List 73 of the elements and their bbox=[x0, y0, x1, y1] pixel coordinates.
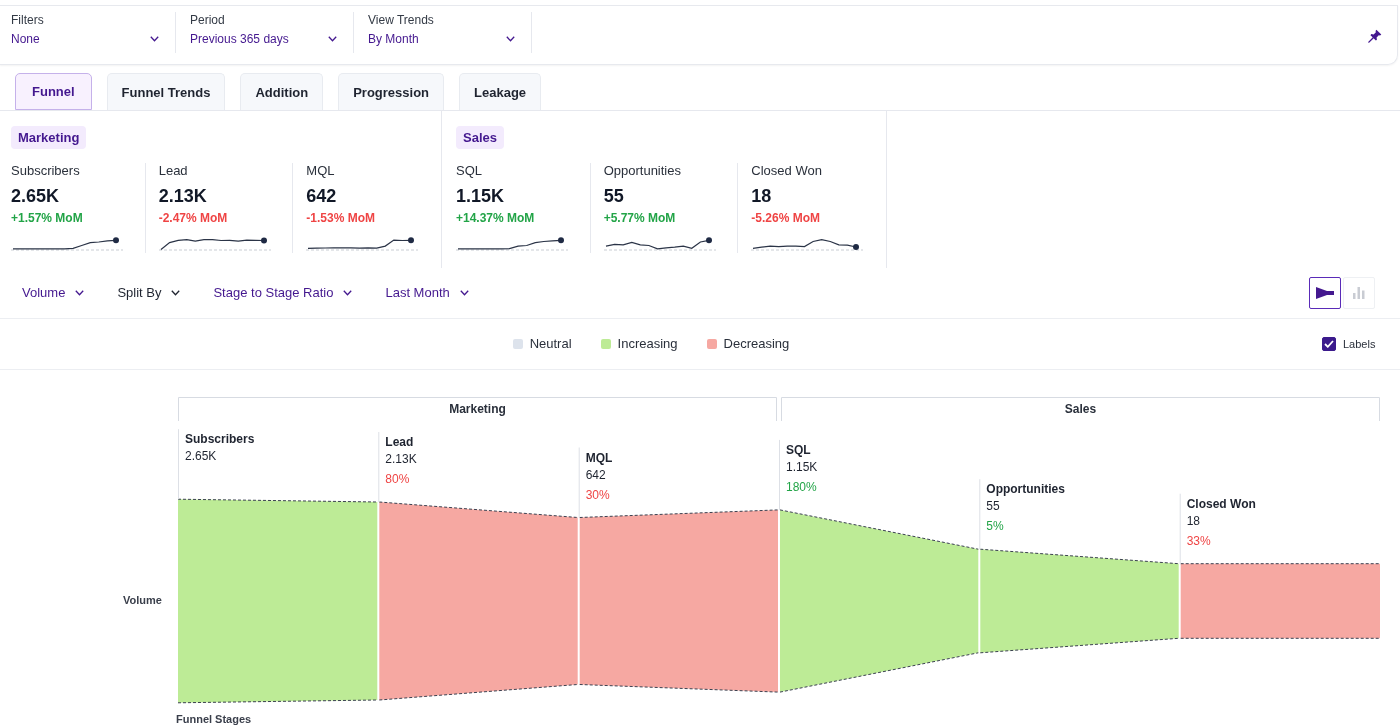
kpi-value: 18 bbox=[751, 185, 772, 207]
stage-name: Opportunities bbox=[986, 482, 1065, 497]
checkbox-label: Labels bbox=[1343, 337, 1376, 351]
dropdown-button[interactable]: Last Month bbox=[385, 285, 469, 301]
checkmark-icon bbox=[1324, 340, 1334, 348]
filter-label: View Trends bbox=[368, 12, 434, 28]
tab[interactable]: Progression bbox=[338, 73, 445, 110]
group-badge: Sales bbox=[456, 126, 504, 149]
group-label: Marketing bbox=[449, 402, 506, 416]
checkbox[interactable] bbox=[1322, 337, 1336, 351]
chevron-down-icon bbox=[171, 290, 181, 296]
kpi-change: -2.47% MoM bbox=[158, 210, 228, 226]
stage-name: Lead bbox=[385, 435, 414, 449]
dropdown-button[interactable]: Split By bbox=[117, 285, 181, 301]
kpi-change: +5.77% MoM bbox=[603, 210, 676, 226]
kpi-label: SQL bbox=[456, 163, 482, 179]
kpi-label: Opportunities bbox=[603, 163, 681, 179]
kpi-value: 2.13K bbox=[158, 185, 207, 207]
filter-label: Filters bbox=[11, 12, 44, 28]
kpi-change: +1.57% MoM bbox=[11, 210, 83, 226]
stage-name: Subscribers bbox=[185, 432, 255, 447]
kpi-change: +14.37% MoM bbox=[456, 210, 535, 226]
stage-name: SQL bbox=[786, 442, 811, 457]
view-toggle-button[interactable] bbox=[1309, 277, 1341, 309]
tab[interactable]: Funnel bbox=[15, 73, 92, 110]
tab[interactable]: Leakage bbox=[459, 73, 542, 110]
filter-label: Period bbox=[190, 12, 225, 28]
dropdown-button[interactable]: Volume bbox=[22, 285, 85, 301]
stage-value: 55 bbox=[986, 499, 1000, 514]
tab[interactable]: Addition bbox=[240, 73, 324, 110]
legend-label: Decreasing bbox=[723, 336, 790, 352]
pin-icon[interactable] bbox=[1368, 29, 1382, 43]
axis-label: Volume bbox=[123, 594, 162, 606]
kpi-value: 2.65K bbox=[11, 185, 60, 207]
chevron-down-icon bbox=[343, 290, 353, 296]
stage-ratio: 5% bbox=[986, 519, 1004, 534]
kpi-value: 1.15K bbox=[456, 185, 505, 207]
tab[interactable]: Funnel Trends bbox=[106, 73, 226, 110]
bar-chart-icon bbox=[1353, 287, 1365, 299]
kpi-label: Lead bbox=[158, 163, 188, 179]
legend-label: Neutral bbox=[529, 336, 572, 352]
kpi-label: Closed Won bbox=[751, 163, 822, 179]
stage-value: 642 bbox=[585, 467, 606, 482]
filter-dropdown[interactable]: None bbox=[11, 31, 159, 47]
filter-dropdown[interactable]: Previous 365 days bbox=[190, 31, 337, 47]
stage-name: Closed Won bbox=[1186, 496, 1256, 511]
group-label: Sales bbox=[1064, 402, 1097, 416]
chevron-down-icon bbox=[328, 36, 337, 42]
kpi-change: -5.26% MoM bbox=[751, 210, 821, 226]
funnel-icon bbox=[1316, 287, 1334, 299]
legend-label: Increasing bbox=[617, 336, 678, 352]
chevron-down-icon bbox=[506, 36, 515, 42]
stage-ratio: 180% bbox=[786, 479, 817, 494]
stage-ratio: 33% bbox=[1186, 533, 1211, 548]
chevron-down-icon bbox=[459, 290, 469, 296]
stage-name: MQL bbox=[585, 450, 613, 465]
kpi-label: Subscribers bbox=[11, 163, 80, 179]
group-badge: Marketing bbox=[11, 126, 87, 149]
chevron-down-icon bbox=[75, 290, 85, 296]
kpi-change: -1.53% MoM bbox=[306, 210, 376, 226]
kpi-value: 55 bbox=[603, 185, 624, 207]
stage-value: 2.65K bbox=[185, 449, 217, 464]
chevron-down-icon bbox=[150, 36, 159, 42]
dropdown-button[interactable]: Stage to Stage Ratio bbox=[213, 285, 353, 301]
kpi-label: MQL bbox=[306, 163, 335, 179]
stage-value: 2.13K bbox=[385, 452, 417, 466]
stage-value: 1.15K bbox=[786, 459, 818, 474]
stage-ratio: 30% bbox=[585, 487, 610, 502]
filter-dropdown[interactable]: By Month bbox=[368, 31, 515, 47]
stage-ratio: 80% bbox=[385, 472, 410, 486]
axis-label: Funnel Stages bbox=[176, 713, 252, 725]
kpi-value: 642 bbox=[306, 185, 337, 207]
stage-value: 18 bbox=[1186, 513, 1201, 528]
